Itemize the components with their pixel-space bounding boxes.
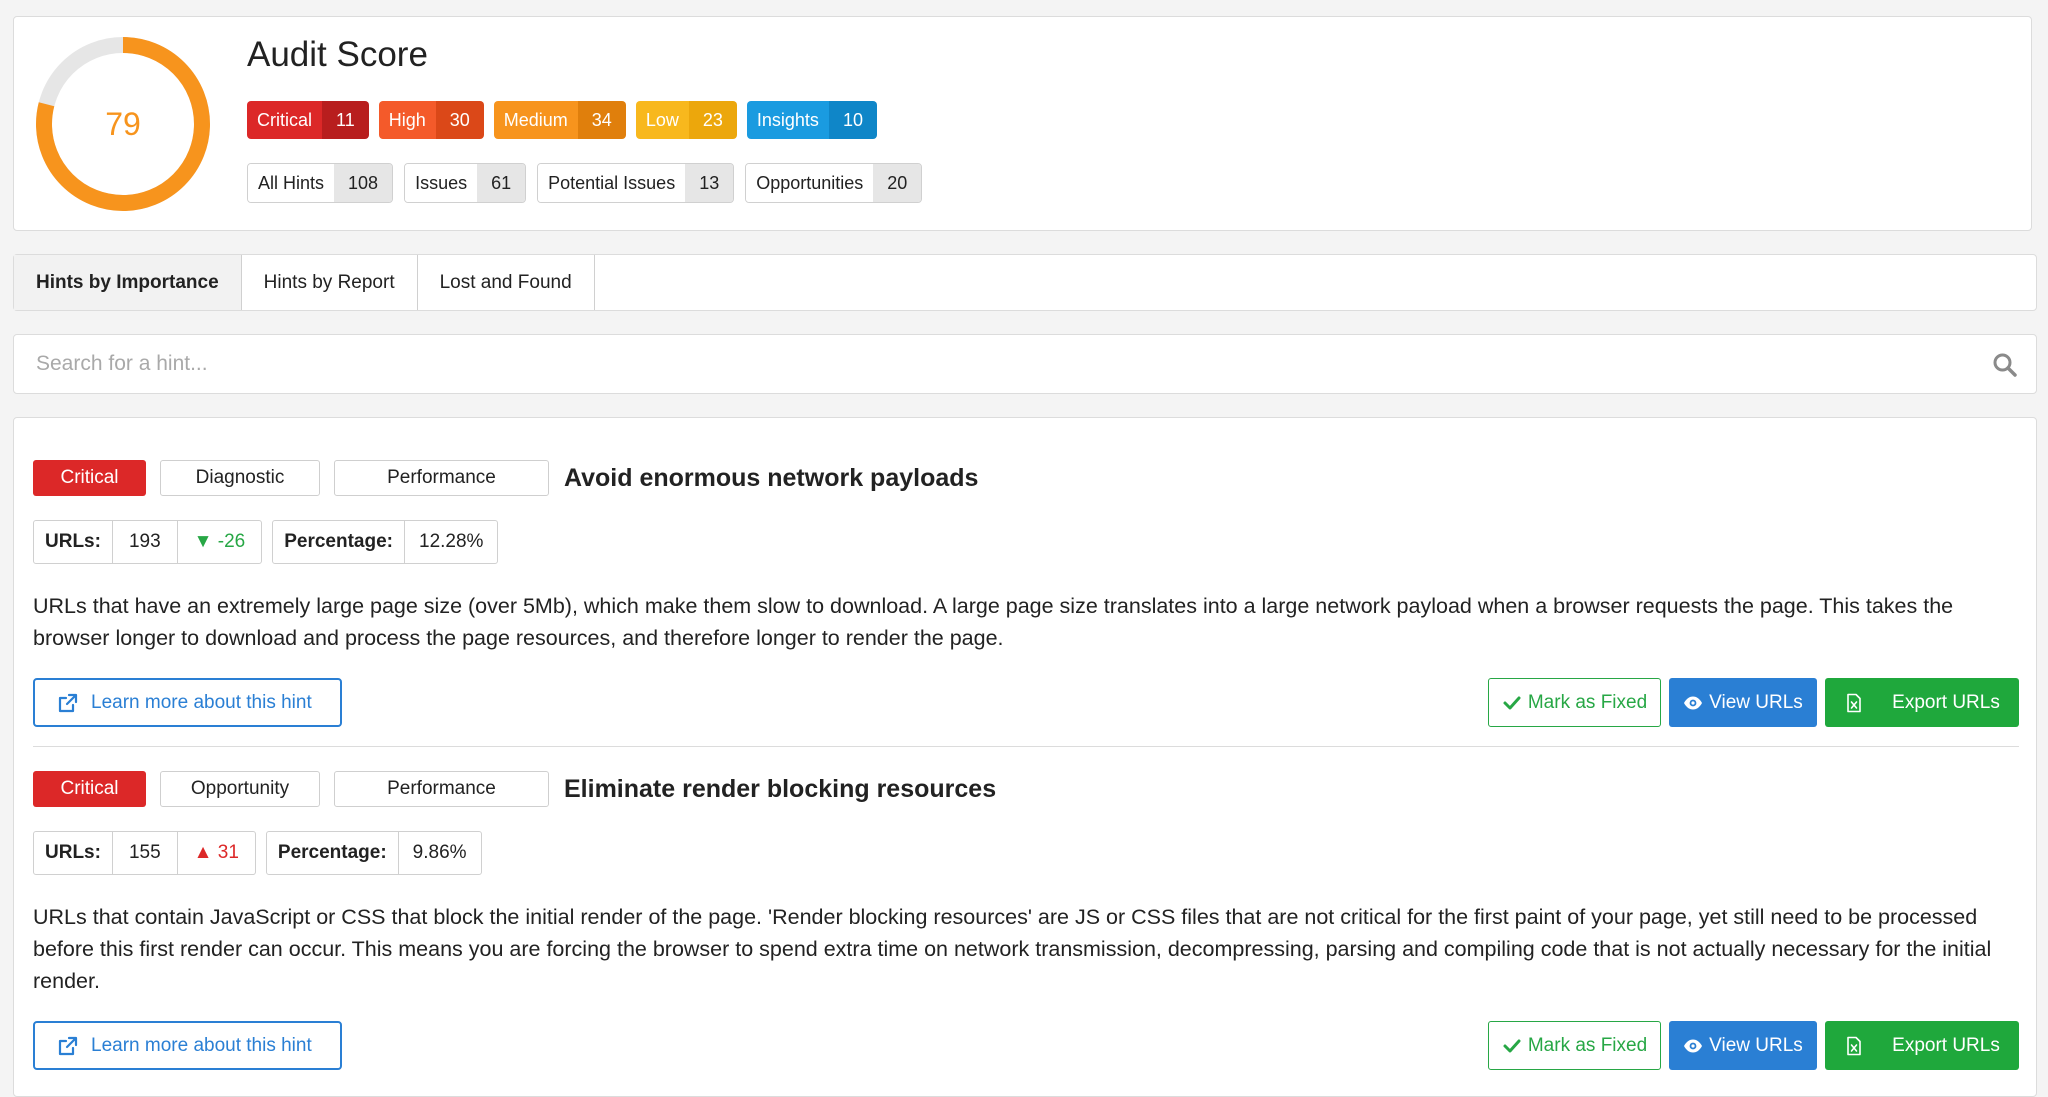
search-icon[interactable] [1992, 352, 2018, 378]
hint-category-tag: Performance [334, 460, 549, 496]
excel-file-icon [1847, 693, 1861, 712]
hints-list: Critical Diagnostic Performance Avoid en… [13, 417, 2037, 1097]
severity-tag: Critical [33, 460, 146, 496]
percentage-stat: Percentage: 12.28% [272, 520, 499, 564]
arrow-up-icon: ▲ [193, 842, 218, 863]
severity-label: Low [635, 101, 689, 139]
learn-more-label: Learn more about this hint [91, 1034, 312, 1056]
excel-file-icon [1847, 1036, 1861, 1055]
severity-medium-filter[interactable]: Medium 34 [493, 101, 626, 139]
hint-card: Critical Opportunity Performance Elimina… [33, 769, 2019, 1071]
mark-as-fixed-label: Mark as Fixed [1527, 691, 1648, 713]
learn-more-label: Learn more about this hint [91, 691, 312, 713]
severity-count: 23 [688, 101, 737, 139]
severity-count: 10 [828, 101, 877, 139]
urls-delta: ▲ 31 [178, 832, 255, 874]
hint-title: Eliminate render blocking resources [564, 774, 997, 803]
mark-as-fixed-label: Mark as Fixed [1527, 1034, 1648, 1056]
hint-description: URLs that contain JavaScript or CSS that… [33, 905, 1992, 993]
issues-filter[interactable]: Issues 61 [404, 163, 527, 203]
severity-low-filter[interactable]: Low 23 [635, 101, 737, 139]
score-value: 79 [105, 105, 141, 142]
severity-count: 11 [322, 101, 369, 139]
search-bar [13, 334, 2037, 394]
hint-tabs: Hints by Importance Hints by Report Lost… [13, 254, 2037, 311]
check-icon [1503, 696, 1521, 709]
hint-title: Avoid enormous network payloads [564, 463, 979, 492]
delta-value: -26 [217, 531, 246, 552]
check-icon [1503, 1039, 1521, 1052]
learn-more-link[interactable]: Learn more about this hint [33, 1021, 342, 1070]
eye-icon [1684, 696, 1703, 709]
view-urls-button[interactable]: View URLs [1669, 1021, 1817, 1070]
eye-icon [1684, 1039, 1703, 1052]
percentage-label: Percentage: [273, 521, 405, 563]
urls-count: 155 [113, 832, 178, 874]
severity-high-filter[interactable]: High 30 [378, 101, 484, 139]
severity-label: Insights [746, 101, 829, 139]
filter-count: 61 [477, 164, 526, 202]
percentage-value: 9.86% [412, 842, 467, 863]
severity-critical-filter[interactable]: Critical 11 [247, 101, 369, 139]
export-urls-label: Export URLs [1892, 1034, 2000, 1056]
percentage-label: Percentage: [267, 832, 399, 874]
hint-type-filters: All Hints 108 Issues 61 Potential Issues… [247, 163, 923, 203]
urls-stat: URLs: 155 ▲ 31 [33, 831, 256, 875]
percentage-value: 12.28% [419, 531, 484, 552]
severity-label: High [378, 101, 436, 139]
hint-type-tag: Opportunity [160, 771, 320, 807]
external-link-icon [58, 693, 78, 712]
search-input[interactable] [14, 335, 1974, 393]
filter-label: Issues [405, 164, 478, 202]
filter-count: 13 [685, 164, 734, 202]
hint-description: URLs that have an extremely large page s… [33, 594, 1954, 650]
severity-label: Medium [493, 101, 578, 139]
potential-issues-filter[interactable]: Potential Issues 13 [537, 163, 735, 203]
filter-count: 108 [334, 164, 393, 202]
mark-as-fixed-button[interactable]: Mark as Fixed [1488, 1021, 1661, 1070]
audit-score-panel: 79 Audit Score Critical 11 High 30 Mediu… [13, 16, 2032, 231]
percentage-stat: Percentage: 9.86% [265, 831, 482, 875]
arrow-down-icon: ▼ [193, 531, 218, 552]
filter-label: All Hints [248, 164, 335, 202]
view-urls-label: View URLs [1709, 1034, 1803, 1056]
delta-value: 31 [217, 842, 239, 863]
view-urls-label: View URLs [1709, 691, 1803, 713]
filter-label: Opportunities [746, 164, 874, 202]
hint-divider [33, 746, 2019, 747]
urls-stat: URLs: 193 ▼ -26 [33, 520, 263, 564]
all-hints-filter[interactable]: All Hints 108 [247, 163, 394, 203]
tab-lost-and-found[interactable]: Lost and Found [418, 255, 595, 310]
export-urls-button[interactable]: Export URLs [1825, 1021, 2019, 1070]
severity-tag: Critical [33, 771, 146, 807]
severity-count: 30 [435, 101, 484, 139]
filter-label: Potential Issues [538, 164, 686, 202]
export-urls-button[interactable]: Export URLs [1825, 678, 2019, 727]
hint-card: Critical Diagnostic Performance Avoid en… [33, 458, 2019, 728]
tab-hints-by-report[interactable]: Hints by Report [242, 255, 418, 310]
tab-hints-by-importance[interactable]: Hints by Importance [14, 255, 242, 310]
learn-more-link[interactable]: Learn more about this hint [33, 678, 342, 727]
hint-type-tag: Diagnostic [160, 460, 320, 496]
urls-delta: ▼ -26 [178, 521, 262, 563]
severity-label: Critical [247, 101, 323, 139]
severity-filters: Critical 11 High 30 Medium 34 Low 23 Ins… [247, 101, 877, 139]
severity-insights-filter[interactable]: Insights 10 [746, 101, 877, 139]
severity-count: 34 [577, 101, 626, 139]
urls-label: URLs: [34, 832, 113, 874]
external-link-icon [58, 1036, 78, 1055]
urls-label: URLs: [34, 521, 113, 563]
filter-count: 20 [873, 164, 922, 202]
mark-as-fixed-button[interactable]: Mark as Fixed [1488, 678, 1661, 727]
urls-count: 193 [113, 521, 178, 563]
export-urls-label: Export URLs [1892, 691, 2000, 713]
opportunities-filter[interactable]: Opportunities 20 [745, 163, 923, 203]
view-urls-button[interactable]: View URLs [1669, 678, 1817, 727]
page-title: Audit Score [247, 35, 428, 74]
hint-category-tag: Performance [334, 771, 549, 807]
